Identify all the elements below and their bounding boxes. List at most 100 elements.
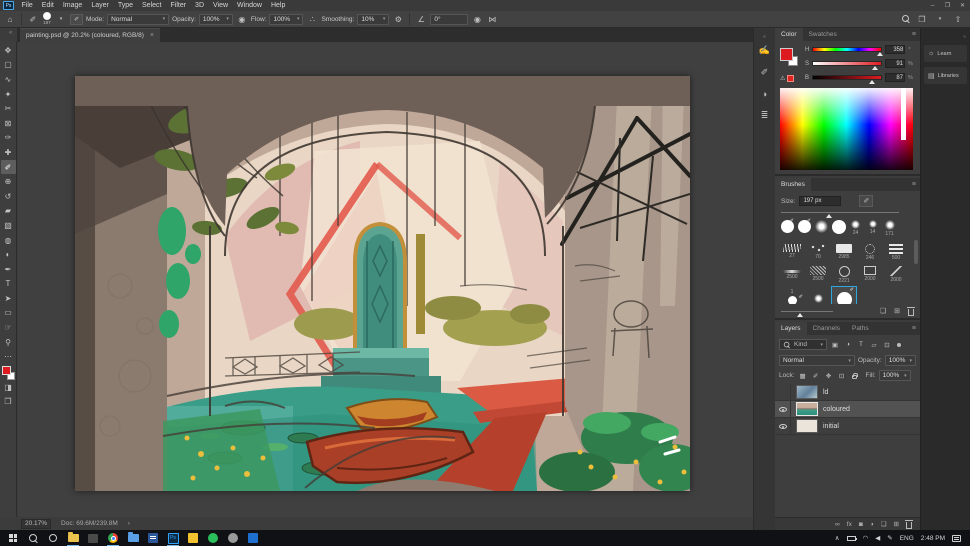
taskbar-photoshop[interactable]: Ps xyxy=(163,530,183,546)
delete-icon[interactable] xyxy=(908,309,914,316)
close-button[interactable]: ✕ xyxy=(955,0,970,11)
size-value-field[interactable]: 197 px xyxy=(799,196,841,206)
lock-all-icon[interactable] xyxy=(852,375,857,379)
foreground-color-swatch[interactable] xyxy=(780,48,793,61)
layer-row-coloured[interactable]: coloured xyxy=(775,401,920,418)
gamut-color-swatch[interactable] xyxy=(787,75,794,82)
filter-type-layers-icon[interactable]: T xyxy=(856,341,866,348)
brush-preset[interactable]: 2500 xyxy=(805,264,831,286)
screen-mode-button[interactable]: ❐ xyxy=(1,395,16,410)
hue-value-field[interactable]: 358 xyxy=(885,45,905,54)
slider-handle[interactable] xyxy=(877,52,883,56)
lock-pixels-icon[interactable]: ✐ xyxy=(811,372,821,380)
gradient-tool[interactable]: ▧ xyxy=(1,218,16,233)
learn-panel-button[interactable]: ☼ Learn xyxy=(924,45,967,62)
toggle-brush-panel-button[interactable]: ✐ xyxy=(70,14,83,25)
brush-settings-panel-icon[interactable]: ✐ xyxy=(761,67,769,78)
brush-preset[interactable]: 70 xyxy=(805,242,831,264)
new-layer-icon[interactable]: ⊞ xyxy=(894,520,899,528)
blur-tool[interactable]: ◍ xyxy=(1,233,16,248)
zoom-tool[interactable]: ⚲ xyxy=(1,335,16,350)
brush-preset[interactable]: 2985 xyxy=(831,242,857,264)
taskbar-blue-app[interactable] xyxy=(243,530,263,546)
taskbar-grey-app[interactable] xyxy=(223,530,243,546)
saturation-slider[interactable] xyxy=(812,61,882,66)
layer-thumbnail[interactable] xyxy=(796,419,818,433)
filter-shape-layers-icon[interactable]: ▱ xyxy=(869,341,879,349)
taskbar-green-app[interactable] xyxy=(203,530,223,546)
menu-help[interactable]: Help xyxy=(266,2,289,9)
language-indicator[interactable]: ENG xyxy=(900,535,914,542)
clock[interactable]: 2:48 PM xyxy=(921,535,945,542)
type-tool[interactable]: T xyxy=(1,277,16,292)
brightness-value-field[interactable]: 87 xyxy=(885,73,905,82)
taskbar-yellow-app[interactable] xyxy=(183,530,203,546)
visibility-toggle[interactable] xyxy=(775,401,791,418)
layer-name[interactable]: ld xyxy=(823,389,828,396)
brightness-slider[interactable] xyxy=(812,75,882,80)
tab-swatches[interactable]: Swatches xyxy=(803,28,843,41)
brush-preset[interactable]: 27 xyxy=(779,242,805,264)
brush-preset[interactable]: 2000 xyxy=(883,264,909,286)
maximize-button[interactable]: ❐ xyxy=(940,0,955,11)
menu-type[interactable]: Type xyxy=(113,2,137,9)
pressure-size-icon[interactable]: ✐ xyxy=(859,195,873,207)
eyedropper-tool[interactable]: ✑ xyxy=(1,131,16,146)
taskbar-search-button[interactable] xyxy=(23,530,43,546)
brush-preset[interactable]: 2000 xyxy=(857,264,883,286)
tab-color[interactable]: Color xyxy=(775,28,803,41)
windows-ink-icon[interactable]: ✎ xyxy=(887,534,892,542)
cortana-button[interactable] xyxy=(43,530,63,546)
edit-toolbar-icon[interactable]: ⋯ xyxy=(1,349,16,364)
brush-preset[interactable]: 24 xyxy=(847,218,864,242)
menu-view[interactable]: View xyxy=(209,2,233,9)
taskbar-blue-folder[interactable] xyxy=(123,530,143,546)
brush-tool-icon[interactable]: ✐ xyxy=(27,15,39,24)
expand-panels-icon[interactable]: « xyxy=(763,34,766,40)
airbrush-icon[interactable]: ∴ xyxy=(306,15,318,24)
brush-preset-picker[interactable]: 197 xyxy=(43,12,51,26)
taskbar-dark-app[interactable] xyxy=(83,530,103,546)
flow-select[interactable]: 100% ▾ xyxy=(269,14,303,25)
layer-opacity-select[interactable]: 100% ▾ xyxy=(885,355,916,366)
delete-layer-icon[interactable] xyxy=(906,522,912,529)
libraries-panel-button[interactable]: ▤ Libraries xyxy=(924,67,967,84)
filter-toggle[interactable] xyxy=(897,343,901,347)
menu-file[interactable]: File xyxy=(17,2,37,9)
menu-edit[interactable]: Edit xyxy=(37,2,58,9)
marquee-tool[interactable]: ▢ xyxy=(1,58,16,73)
panel-menu-icon[interactable]: ≡ xyxy=(912,181,916,188)
healing-brush-tool[interactable]: ✚ xyxy=(1,145,16,160)
move-tool[interactable]: ✥ xyxy=(1,43,16,58)
kind-filter-select[interactable]: Kind ▾ xyxy=(779,339,827,350)
gear-icon[interactable]: ⚙ xyxy=(392,15,404,24)
foreground-color-swatch[interactable] xyxy=(2,366,11,375)
battery-icon[interactable] xyxy=(847,536,856,541)
visibility-toggle[interactable] xyxy=(775,418,791,435)
hand-tool[interactable]: ☞ xyxy=(1,320,16,335)
canvas-painting[interactable] xyxy=(75,76,690,491)
link-layers-icon[interactable]: ∞ xyxy=(835,521,840,528)
document-tab[interactable]: painting.psd @ 20.2% (coloured, RGB/8) × xyxy=(20,28,160,42)
brush-preset[interactable]: 246 xyxy=(857,242,883,264)
panel-menu-icon[interactable]: ≡ xyxy=(912,325,916,332)
brush-preset[interactable]: ✐ xyxy=(779,218,796,242)
menu-image[interactable]: Image xyxy=(58,2,86,9)
lock-artboard-icon[interactable]: ⊡ xyxy=(837,372,847,380)
minimize-button[interactable]: – xyxy=(925,0,940,11)
brush-preset[interactable]: 2500 xyxy=(779,264,805,286)
layer-fill-select[interactable]: 100% ▾ xyxy=(879,370,911,381)
quick-selection-tool[interactable]: ✦ xyxy=(1,87,16,102)
close-tab-icon[interactable]: × xyxy=(150,32,154,39)
app-logo[interactable]: Ps xyxy=(3,1,14,10)
smoothing-select[interactable]: 10% ▾ xyxy=(357,14,389,25)
brush-angle-field[interactable]: 0° xyxy=(430,14,468,25)
opacity-select[interactable]: 100% ▾ xyxy=(199,14,233,25)
menu-3d[interactable]: 3D xyxy=(191,2,209,9)
color-spectrum-picker[interactable] xyxy=(780,88,913,170)
home-icon[interactable]: ⌂ xyxy=(4,15,16,24)
menu-select[interactable]: Select xyxy=(138,2,166,9)
volume-icon[interactable]: ◀ xyxy=(875,534,880,542)
brush-preset[interactable]: 500 xyxy=(883,242,909,264)
filter-smart-objects-icon[interactable]: ⊡ xyxy=(882,341,892,349)
